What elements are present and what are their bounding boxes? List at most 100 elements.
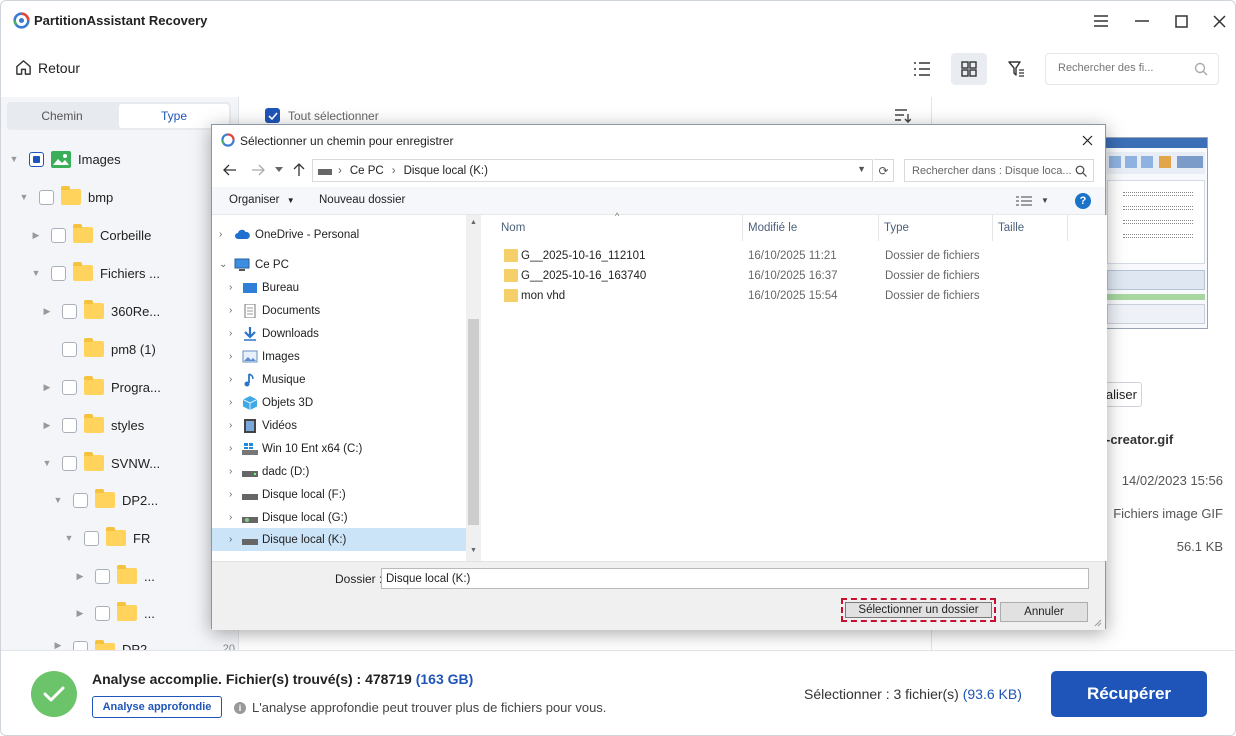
refresh-icon[interactable]: ⟳ <box>874 159 894 182</box>
checkbox[interactable] <box>62 303 77 319</box>
chevron-down-icon[interactable]: ▼ <box>857 164 866 174</box>
column-type[interactable]: Type <box>879 215 993 241</box>
column-size[interactable]: Taille <box>993 215 1068 241</box>
minimize-icon[interactable] <box>1132 11 1152 31</box>
nav-item-documents[interactable]: › Documents <box>212 299 466 322</box>
nav-item-this-pc[interactable]: ⌄ Ce PC <box>212 253 466 276</box>
tree-item-images[interactable]: ▼ Images 1260 <box>9 146 235 172</box>
resize-grip-icon[interactable] <box>1094 619 1102 627</box>
chevron-right-icon[interactable]: ▶ <box>75 571 85 582</box>
chevron-right-icon[interactable]: ▶ <box>75 608 85 619</box>
select-folder-button[interactable]: Sélectionner un dossier <box>841 598 996 622</box>
chevron-right-icon[interactable]: › <box>229 282 232 293</box>
chevron-right-icon[interactable]: › <box>229 351 232 362</box>
nav-item-drive-d[interactable]: › dadc (D:) <box>212 460 466 483</box>
checkbox-partial[interactable] <box>29 151 44 167</box>
nav-item-drive-g[interactable]: › Disque local (G:) <box>212 506 466 529</box>
chevron-down-icon[interactable]: ▼ <box>1041 196 1049 205</box>
back-arrow-icon[interactable] <box>223 164 237 176</box>
chevron-right-icon[interactable]: ▶ <box>31 230 41 241</box>
cancel-button[interactable]: Annuler <box>1000 602 1088 622</box>
nav-item-objets3d[interactable]: › Objets 3D <box>212 391 466 414</box>
chevron-right-icon[interactable]: ▶ <box>42 420 52 431</box>
checkbox-checked[interactable] <box>265 108 280 123</box>
chevron-right-icon[interactable]: › <box>229 397 232 408</box>
search-box[interactable] <box>1045 53 1219 85</box>
tree-item-styles[interactable]: ▶ styles <box>42 412 235 438</box>
forward-arrow-icon[interactable] <box>251 164 265 176</box>
recover-button[interactable]: Récupérer <box>1051 671 1207 717</box>
chevron-down-icon[interactable]: ▼ <box>64 533 74 543</box>
help-icon[interactable]: ? <box>1075 193 1091 209</box>
chevron-right-icon[interactable]: › <box>229 374 232 385</box>
chevron-right-icon[interactable]: ▶ <box>42 306 52 317</box>
chevron-down-icon[interactable]: ▼ <box>19 192 29 202</box>
dialog-close-icon[interactable] <box>1075 128 1099 152</box>
tree-item-360re[interactable]: ▶ 360Re... <box>42 298 235 324</box>
chevron-right-icon[interactable]: › <box>229 420 232 431</box>
file-row[interactable]: mon vhd 16/10/2025 15:54 Dossier de fich… <box>502 286 1082 306</box>
chevron-down-icon[interactable]: ▼ <box>9 154 19 164</box>
nav-item-drive-c[interactable]: › Win 10 Ent x64 (C:) <box>212 437 466 460</box>
chevron-right-icon[interactable]: ▶ <box>53 640 63 650</box>
checkbox[interactable] <box>95 568 110 584</box>
organize-button[interactable]: Organiser ▼ <box>229 194 295 206</box>
tree-item-corbeille[interactable]: ▶ Corbeille <box>31 222 235 248</box>
nav-scrollbar[interactable]: ▲ ▼ <box>466 215 481 561</box>
tree-item-fichiers[interactable]: ▼ Fichiers ... 2 <box>31 260 235 286</box>
new-folder-button[interactable]: Nouveau dossier <box>319 194 405 206</box>
tree-item-pm8[interactable]: pm8 (1) <box>42 336 235 362</box>
nav-item-bureau[interactable]: › Bureau <box>212 276 466 299</box>
file-row[interactable]: G__2025-10-16_163740 16/10/2025 16:37 Do… <box>502 266 1082 286</box>
sort-icon[interactable] <box>895 109 911 123</box>
checkbox[interactable] <box>84 530 99 546</box>
checkbox[interactable] <box>62 341 77 357</box>
grid-view-icon[interactable] <box>951 53 987 85</box>
chevron-right-icon[interactable]: › <box>229 328 232 339</box>
chevron-right-icon[interactable]: › <box>229 489 232 500</box>
tree-item-dp2-b[interactable]: ▶ DP2 20 <box>53 637 235 650</box>
column-modified[interactable]: Modifié le <box>743 215 879 241</box>
breadcrumb-item[interactable]: Ce PC <box>350 165 384 177</box>
nav-item-musique[interactable]: › Musique <box>212 368 466 391</box>
nav-item-drive-f[interactable]: › Disque local (F:) <box>212 483 466 506</box>
checkbox[interactable] <box>51 265 66 281</box>
checkbox[interactable] <box>73 492 88 508</box>
checkbox[interactable] <box>39 189 54 205</box>
tree-item-dp2[interactable]: ▼ DP2... <box>53 487 235 513</box>
search-input[interactable] <box>1058 62 1178 74</box>
filter-icon[interactable] <box>998 53 1034 85</box>
nav-item-videos[interactable]: › Vidéos <box>212 414 466 437</box>
back-button[interactable]: Retour <box>15 59 80 76</box>
checkbox[interactable] <box>62 379 77 395</box>
column-name[interactable]: Nom <box>482 215 743 241</box>
close-icon[interactable] <box>1209 11 1229 31</box>
checkbox[interactable] <box>62 417 77 433</box>
file-row[interactable]: G__2025-10-16_112101 16/10/2025 11:21 Do… <box>502 246 1082 266</box>
select-all[interactable]: Tout sélectionner <box>265 108 379 123</box>
scroll-down-icon[interactable]: ▼ <box>470 547 477 554</box>
tree-item-progra[interactable]: ▶ Progra... <box>42 374 235 400</box>
breadcrumb-item[interactable]: Disque local (K:) <box>404 165 488 177</box>
chevron-down-icon[interactable]: ▼ <box>42 458 52 468</box>
chevron-right-icon[interactable]: › <box>229 443 232 454</box>
checkbox[interactable] <box>73 641 88 650</box>
nav-item-onedrive[interactable]: › OneDrive - Personal <box>212 223 466 246</box>
chevron-down-icon[interactable]: ▼ <box>53 495 63 505</box>
chevron-down-icon[interactable]: ⌄ <box>219 259 227 270</box>
nav-scroll-thumb[interactable] <box>468 319 479 525</box>
tree-item-bmp[interactable]: ▼ bmp 3 <box>19 184 235 210</box>
dialog-search-box[interactable]: Rechercher dans : Disque loca... <box>904 159 1094 182</box>
tree-item-fr[interactable]: ▼ FR <box>64 525 235 551</box>
checkbox[interactable] <box>95 605 110 621</box>
chevron-right-icon[interactable]: › <box>229 466 232 477</box>
chevron-down-icon[interactable]: ▼ <box>31 268 41 278</box>
up-arrow-icon[interactable] <box>293 163 305 177</box>
nav-item-downloads[interactable]: › Downloads <box>212 322 466 345</box>
nav-item-images[interactable]: › Images <box>212 345 466 368</box>
view-options-icon[interactable] <box>1016 196 1032 206</box>
nav-item-drive-k[interactable]: › Disque local (K:) <box>212 528 466 551</box>
chevron-right-icon[interactable]: › <box>229 512 232 523</box>
chevron-right-icon[interactable]: › <box>229 534 232 545</box>
tree-item-svnw[interactable]: ▼ SVNW... <box>42 450 235 476</box>
